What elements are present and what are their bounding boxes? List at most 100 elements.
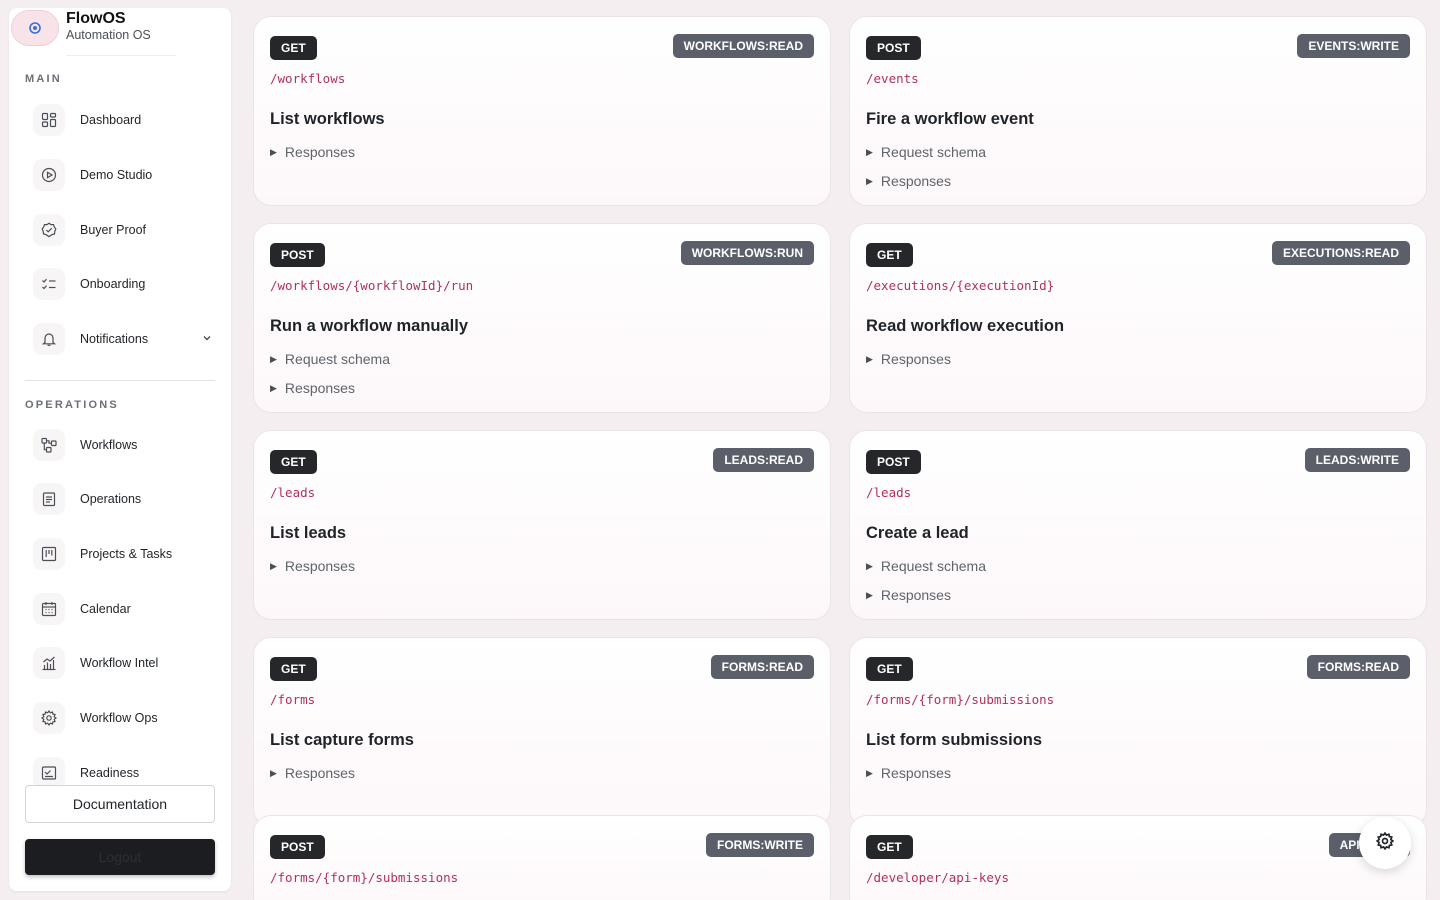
- logout-button[interactable]: Logout: [25, 839, 215, 875]
- sidebar-item-label: Workflow Ops: [80, 711, 158, 725]
- sidebar-item-label: Buyer Proof: [80, 223, 147, 237]
- responses-toggle[interactable]: ▶ Responses: [270, 144, 355, 160]
- calendar-icon: [33, 593, 65, 625]
- disclosure-label: Responses: [284, 144, 355, 160]
- disclosure-triangle-icon: ▶: [866, 353, 873, 364]
- endpoint-path: /events: [866, 71, 919, 86]
- sidebar-divider: [25, 380, 215, 381]
- endpoint-card: POST LEADS:WRITE /leads Create a lead ▶ R…: [849, 430, 1427, 620]
- gear-icon: [33, 702, 65, 734]
- endpoint-title: List workflows: [270, 110, 385, 128]
- disclosure-label: Responses: [284, 558, 355, 574]
- chevron-down-icon[interactable]: [201, 331, 213, 349]
- brand-subtitle: Automation OS: [66, 28, 151, 42]
- sidebar-item-demo-studio[interactable]: Demo Studio: [25, 155, 215, 195]
- sidebar-item-label: Demo Studio: [80, 168, 153, 182]
- endpoint-card: GET API_KEYS /developer/api-keys: [849, 815, 1427, 900]
- request-schema-toggle[interactable]: ▶ Request schema: [866, 558, 986, 574]
- disclosure-triangle-icon: ▶: [866, 146, 873, 157]
- gear-icon: [1375, 831, 1395, 855]
- disclosure-triangle-icon: ▶: [866, 560, 873, 571]
- disclosure-label: Responses: [880, 173, 951, 189]
- responses-toggle[interactable]: ▶ Responses: [866, 587, 951, 603]
- responses-toggle[interactable]: ▶ Responses: [270, 765, 355, 781]
- endpoint-path: /forms/{form}/submissions: [866, 692, 1055, 707]
- chart-icon: [33, 647, 65, 679]
- sidebar-item-dashboard[interactable]: Dashboard: [25, 100, 215, 140]
- check-badge-icon: [33, 214, 65, 246]
- endpoint-title: List form submissions: [866, 731, 1043, 749]
- play-circle-icon: [33, 159, 65, 191]
- sidebar-item-calendar[interactable]: Calendar: [25, 589, 215, 629]
- disclosure-triangle-icon: ▶: [270, 146, 277, 157]
- endpoint-path: /leads: [866, 485, 912, 500]
- endpoint-card: GET FORMS:READ /forms/{form}/submissions…: [849, 637, 1427, 827]
- method-badge: POST: [270, 835, 325, 859]
- responses-toggle[interactable]: ▶ Responses: [270, 380, 355, 396]
- endpoint-path: /developer/api-keys: [866, 870, 1009, 885]
- responses-toggle[interactable]: ▶ Responses: [270, 558, 355, 574]
- disclosure-label: Responses: [284, 765, 355, 781]
- sidebar-item-label: Notifications: [80, 332, 149, 346]
- endpoint-title: List leads: [270, 524, 347, 542]
- dashboard-grid-icon: [33, 104, 65, 136]
- sidebar-item-workflow-ops[interactable]: Workflow Ops: [25, 698, 215, 738]
- endpoint-title: List capture forms: [270, 731, 414, 749]
- request-schema-toggle[interactable]: ▶ Request schema: [866, 144, 986, 160]
- responses-toggle[interactable]: ▶ Responses: [866, 351, 951, 367]
- endpoint-path: /executions/{executionId}: [866, 278, 1055, 293]
- responses-toggle[interactable]: ▶ Responses: [866, 173, 951, 189]
- endpoint-card: GET EXECUTIONS:READ /executions/{executi…: [849, 223, 1427, 413]
- method-badge: GET: [866, 835, 913, 859]
- disclosure-triangle-icon: ▶: [866, 175, 873, 186]
- endpoint-card: POST WORKFLOWS:RUN /workflows/{workflowI…: [253, 223, 831, 413]
- disclosure-label: Responses: [880, 587, 951, 603]
- sidebar-item-notifications[interactable]: Notifications: [25, 319, 215, 359]
- endpoint-path: /workflows: [270, 71, 346, 86]
- sidebar-item-label: Onboarding: [80, 277, 146, 291]
- brand: FlowOS Automation OS: [9, 8, 231, 60]
- sidebar-item-projects-tasks[interactable]: Projects & Tasks: [25, 534, 215, 574]
- method-badge: GET: [270, 657, 317, 681]
- sidebar-item-workflow-intel[interactable]: Workflow Intel: [25, 643, 215, 683]
- request-schema-toggle[interactable]: ▶ Request schema: [270, 351, 390, 367]
- sidebar-item-label: Dashboard: [80, 113, 142, 127]
- disclosure-label: Request schema: [880, 558, 986, 574]
- sidebar-item-buyer-proof[interactable]: Buyer Proof: [25, 210, 215, 250]
- main-section-label: MAIN: [25, 73, 62, 85]
- sidebar-item-label: Workflow Intel: [80, 656, 159, 670]
- sidebar-item-operations[interactable]: Operations: [25, 479, 215, 519]
- endpoint-title: Read workflow execution: [866, 317, 1065, 335]
- sidebar-item-label: Operations: [80, 492, 142, 506]
- endpoint-card: POST EVENTS:WRITE /events Fire a workflo…: [849, 16, 1427, 206]
- responses-toggle[interactable]: ▶ Responses: [866, 765, 951, 781]
- endpoint-card: POST FORMS:WRITE /forms/{form}/submissio…: [253, 815, 831, 900]
- scope-badge: FORMS:READ: [1306, 655, 1410, 679]
- operations-section-label: OPERATIONS: [25, 399, 119, 411]
- disclosure-label: Responses: [880, 351, 951, 367]
- endpoint-title: Create a lead: [866, 524, 969, 542]
- sidebar-item-label: Calendar: [80, 602, 131, 616]
- sidebar-item-onboarding[interactable]: Onboarding: [25, 264, 215, 304]
- endpoint-title: Run a workflow manually: [270, 317, 469, 335]
- settings-fab-button[interactable]: [1359, 817, 1411, 869]
- disclosure-triangle-icon: ▶: [270, 353, 277, 364]
- method-badge: POST: [866, 36, 921, 60]
- brand-logo-icon[interactable]: [11, 10, 59, 46]
- scope-badge: WORKFLOWS:RUN: [680, 241, 814, 265]
- endpoint-card: GET LEADS:READ /leads List leads ▶ Respon…: [253, 430, 831, 620]
- disclosure-label: Responses: [880, 765, 951, 781]
- scope-badge: FORMS:READ: [710, 655, 814, 679]
- documentation-button[interactable]: Documentation: [25, 785, 215, 823]
- sidebar: FlowOS Automation OS MAIN Dashboard Demo…: [9, 8, 231, 891]
- endpoint-card: GET WORKFLOWS:READ /workflows List workf…: [253, 16, 831, 206]
- disclosure-label: Responses: [284, 380, 355, 396]
- brand-name: FlowOS: [66, 10, 126, 27]
- disclosure-label: Request schema: [880, 144, 986, 160]
- method-badge: GET: [866, 243, 913, 267]
- method-badge: POST: [270, 243, 325, 267]
- method-badge: POST: [866, 450, 921, 474]
- disclosure-triangle-icon: ▶: [866, 589, 873, 600]
- scope-badge: FORMS:WRITE: [706, 833, 814, 857]
- sidebar-item-workflows[interactable]: Workflows: [25, 425, 215, 465]
